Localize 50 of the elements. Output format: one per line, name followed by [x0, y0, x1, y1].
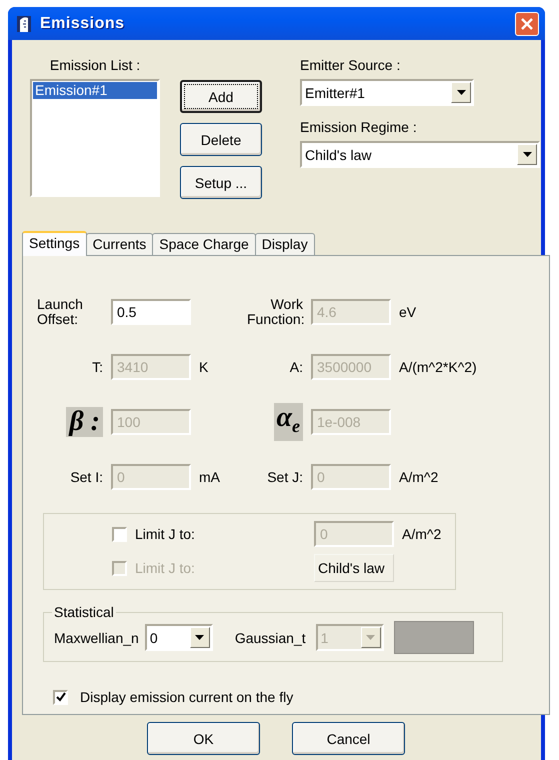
- tab[interactable]: Settings: [22, 231, 87, 256]
- regime-dropdown[interactable]: Child's law: [300, 141, 540, 168]
- checkbox-label: Limit J to:: [135, 526, 196, 542]
- close-icon: [521, 18, 533, 30]
- cancel-button[interactable]: Cancel: [292, 722, 405, 755]
- field-label: Emitter Source :: [300, 57, 402, 73]
- field-label: Gaussian_t: [234, 630, 306, 646]
- caret-icon: [366, 635, 376, 640]
- delete-button[interactable]: Delete: [180, 123, 262, 156]
- field-label: Set J:: [266, 470, 303, 484]
- input-field[interactable]: 0.5: [111, 299, 191, 325]
- field-label: Emission Regime :: [300, 119, 418, 135]
- regime-label: Child's law: [314, 554, 394, 582]
- symbol-label: α$_{e}$: [274, 403, 303, 441]
- window-title: Emissions: [40, 14, 126, 32]
- field-label: T:: [91, 360, 103, 374]
- unit-label: eV: [399, 304, 418, 320]
- unit-label: mA: [199, 469, 221, 485]
- group-title: Statistical: [53, 604, 115, 620]
- emission-list[interactable]: Emission#1: [30, 79, 160, 197]
- tab[interactable]: Display: [254, 233, 315, 255]
- app-icon: [16, 14, 32, 32]
- tab[interactable]: Currents: [86, 233, 154, 255]
- checkbox[interactable]: [112, 526, 127, 542]
- list-label: Emission List :: [50, 57, 140, 73]
- add-button[interactable]: Add: [180, 80, 262, 113]
- ok-button[interactable]: OK: [147, 722, 260, 755]
- setup-button[interactable]: Setup ...: [180, 166, 262, 199]
- close-button[interactable]: [515, 12, 539, 36]
- unit-label: A/m^2: [399, 469, 440, 485]
- caret-icon: [456, 90, 466, 95]
- field-label: Set I:: [69, 470, 103, 484]
- value-dropdown[interactable]: 0: [144, 624, 213, 651]
- list-item[interactable]: Emission#1: [33, 82, 157, 99]
- field-label: A:: [288, 360, 303, 374]
- unit-label: A/(m^2*K^2): [399, 359, 478, 375]
- unit-label: A/m^2: [402, 526, 442, 542]
- tab[interactable]: Space Charge: [152, 233, 256, 255]
- emitter-dropdown[interactable]: Emitter#1: [300, 79, 474, 106]
- checkbox-label: Limit J to:: [135, 560, 196, 576]
- field-label: Work Function:: [247, 297, 303, 327]
- caret-icon: [195, 635, 204, 640]
- unit-label: K: [199, 359, 210, 375]
- checkbox-label: Display emission current on the fly: [80, 689, 294, 705]
- checkbox[interactable]: [53, 690, 68, 704]
- field-label: Launch Offset:: [37, 297, 84, 327]
- symbol-label: β :: [66, 407, 103, 437]
- color-swatch[interactable]: [394, 621, 474, 654]
- caret-icon: [522, 152, 532, 157]
- field-label: Maxwellian_n: [54, 630, 139, 646]
